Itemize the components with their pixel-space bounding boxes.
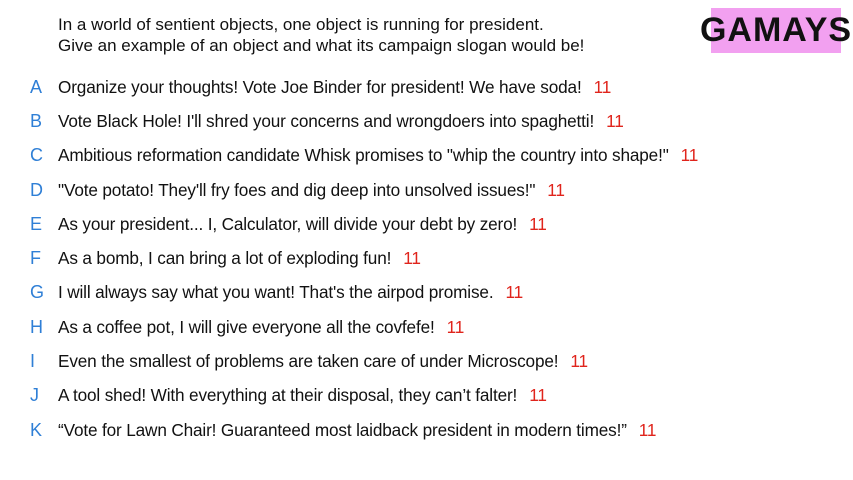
answer-letter: I	[30, 351, 36, 372]
answer-text: "Vote potato! They'll fry foes and dig d…	[58, 180, 565, 201]
answer-text: Even the smallest of problems are taken …	[58, 351, 588, 372]
answer-letter: G	[30, 282, 45, 303]
answer-score: 11	[529, 213, 547, 234]
answer-score: 11	[593, 76, 612, 97]
answer-letter: H	[30, 316, 43, 337]
answer-letter: A	[30, 76, 43, 97]
prompt-line-2: Give an example of an object and what it…	[58, 36, 585, 55]
answer-text: As a bomb, I can bring a lot of explodin…	[58, 248, 421, 269]
prompt-text: In a world of sentient objects, one obje…	[58, 14, 678, 56]
answer-score: 11	[680, 145, 699, 166]
answer-slogan: Organize your thoughts! Vote Joe Binder …	[58, 76, 582, 97]
prompt-line-1: In a world of sentient objects, one obje…	[58, 15, 544, 34]
answer-letter: C	[30, 145, 43, 166]
answer-text: A tool shed! With everything at their di…	[58, 385, 547, 406]
answer-slogan: "Vote potato! They'll fry foes and dig d…	[58, 179, 536, 200]
answer-slogan: “Vote for Lawn Chair! Guaranteed most la…	[58, 419, 627, 440]
answer-score: 11	[446, 316, 465, 337]
answer-score: 11	[570, 351, 588, 372]
answer-row: C Ambitious reformation candidate Whisk …	[0, 139, 853, 173]
answer-letter: D	[30, 179, 43, 200]
answer-slogan: As a coffee pot, I will give everyone al…	[58, 316, 435, 337]
answer-row: G I will always say what you want! That'…	[0, 276, 853, 310]
answer-score: 11	[638, 419, 657, 440]
answer-row: A Organize your thoughts! Vote Joe Binde…	[0, 70, 853, 104]
answer-row: E As your president... I, Calculator, wi…	[0, 207, 853, 241]
answer-letter: B	[30, 110, 43, 131]
answer-text: Ambitious reformation candidate Whisk pr…	[58, 145, 698, 166]
answer-slogan: A tool shed! With everything at their di…	[58, 385, 518, 406]
answer-letter: E	[30, 213, 43, 234]
answer-slogan: Even the smallest of problems are taken …	[58, 351, 559, 372]
answer-score: 11	[606, 110, 624, 131]
gamays-logo-text: GAMAYS	[699, 11, 853, 49]
answer-row: B Vote Black Hole! I'll shred your conce…	[0, 104, 853, 138]
answer-row: F As a bomb, I can bring a lot of explod…	[0, 241, 853, 275]
answer-list: A Organize your thoughts! Vote Joe Binde…	[0, 70, 853, 447]
answer-score: 11	[403, 248, 421, 269]
answer-slogan: As your president... I, Calculator, will…	[58, 213, 518, 234]
answer-letter: J	[30, 385, 39, 406]
answer-slogan: As a bomb, I can bring a lot of explodin…	[58, 248, 392, 269]
gamays-logo-badge: GAMAYS	[700, 8, 851, 53]
answer-row: J A tool shed! With everything at their …	[0, 379, 853, 413]
answer-row: I Even the smallest of problems are take…	[0, 344, 853, 378]
answer-row: H As a coffee pot, I will give everyone …	[0, 310, 853, 344]
answer-slogan: Vote Black Hole! I'll shred your concern…	[58, 110, 595, 131]
answer-row: D "Vote potato! They'll fry foes and dig…	[0, 173, 853, 207]
answer-text: “Vote for Lawn Chair! Guaranteed most la…	[58, 420, 656, 441]
answer-slogan: I will always say what you want! That's …	[58, 282, 494, 303]
answer-text: Organize your thoughts! Vote Joe Binder …	[58, 77, 611, 98]
answer-score: 11	[529, 385, 547, 406]
answer-text: I will always say what you want! That's …	[58, 282, 523, 303]
answer-letter: K	[30, 419, 43, 440]
answer-slogan: Ambitious reformation candidate Whisk pr…	[58, 145, 669, 166]
answer-letter: F	[30, 248, 41, 269]
answer-text: As a coffee pot, I will give everyone al…	[58, 317, 464, 338]
answer-score: 11	[547, 179, 565, 200]
answer-text: As your president... I, Calculator, will…	[58, 214, 547, 235]
answer-text: Vote Black Hole! I'll shred your concern…	[58, 111, 624, 132]
answer-score: 11	[505, 282, 524, 303]
answer-row: K “Vote for Lawn Chair! Guaranteed most …	[0, 413, 853, 447]
